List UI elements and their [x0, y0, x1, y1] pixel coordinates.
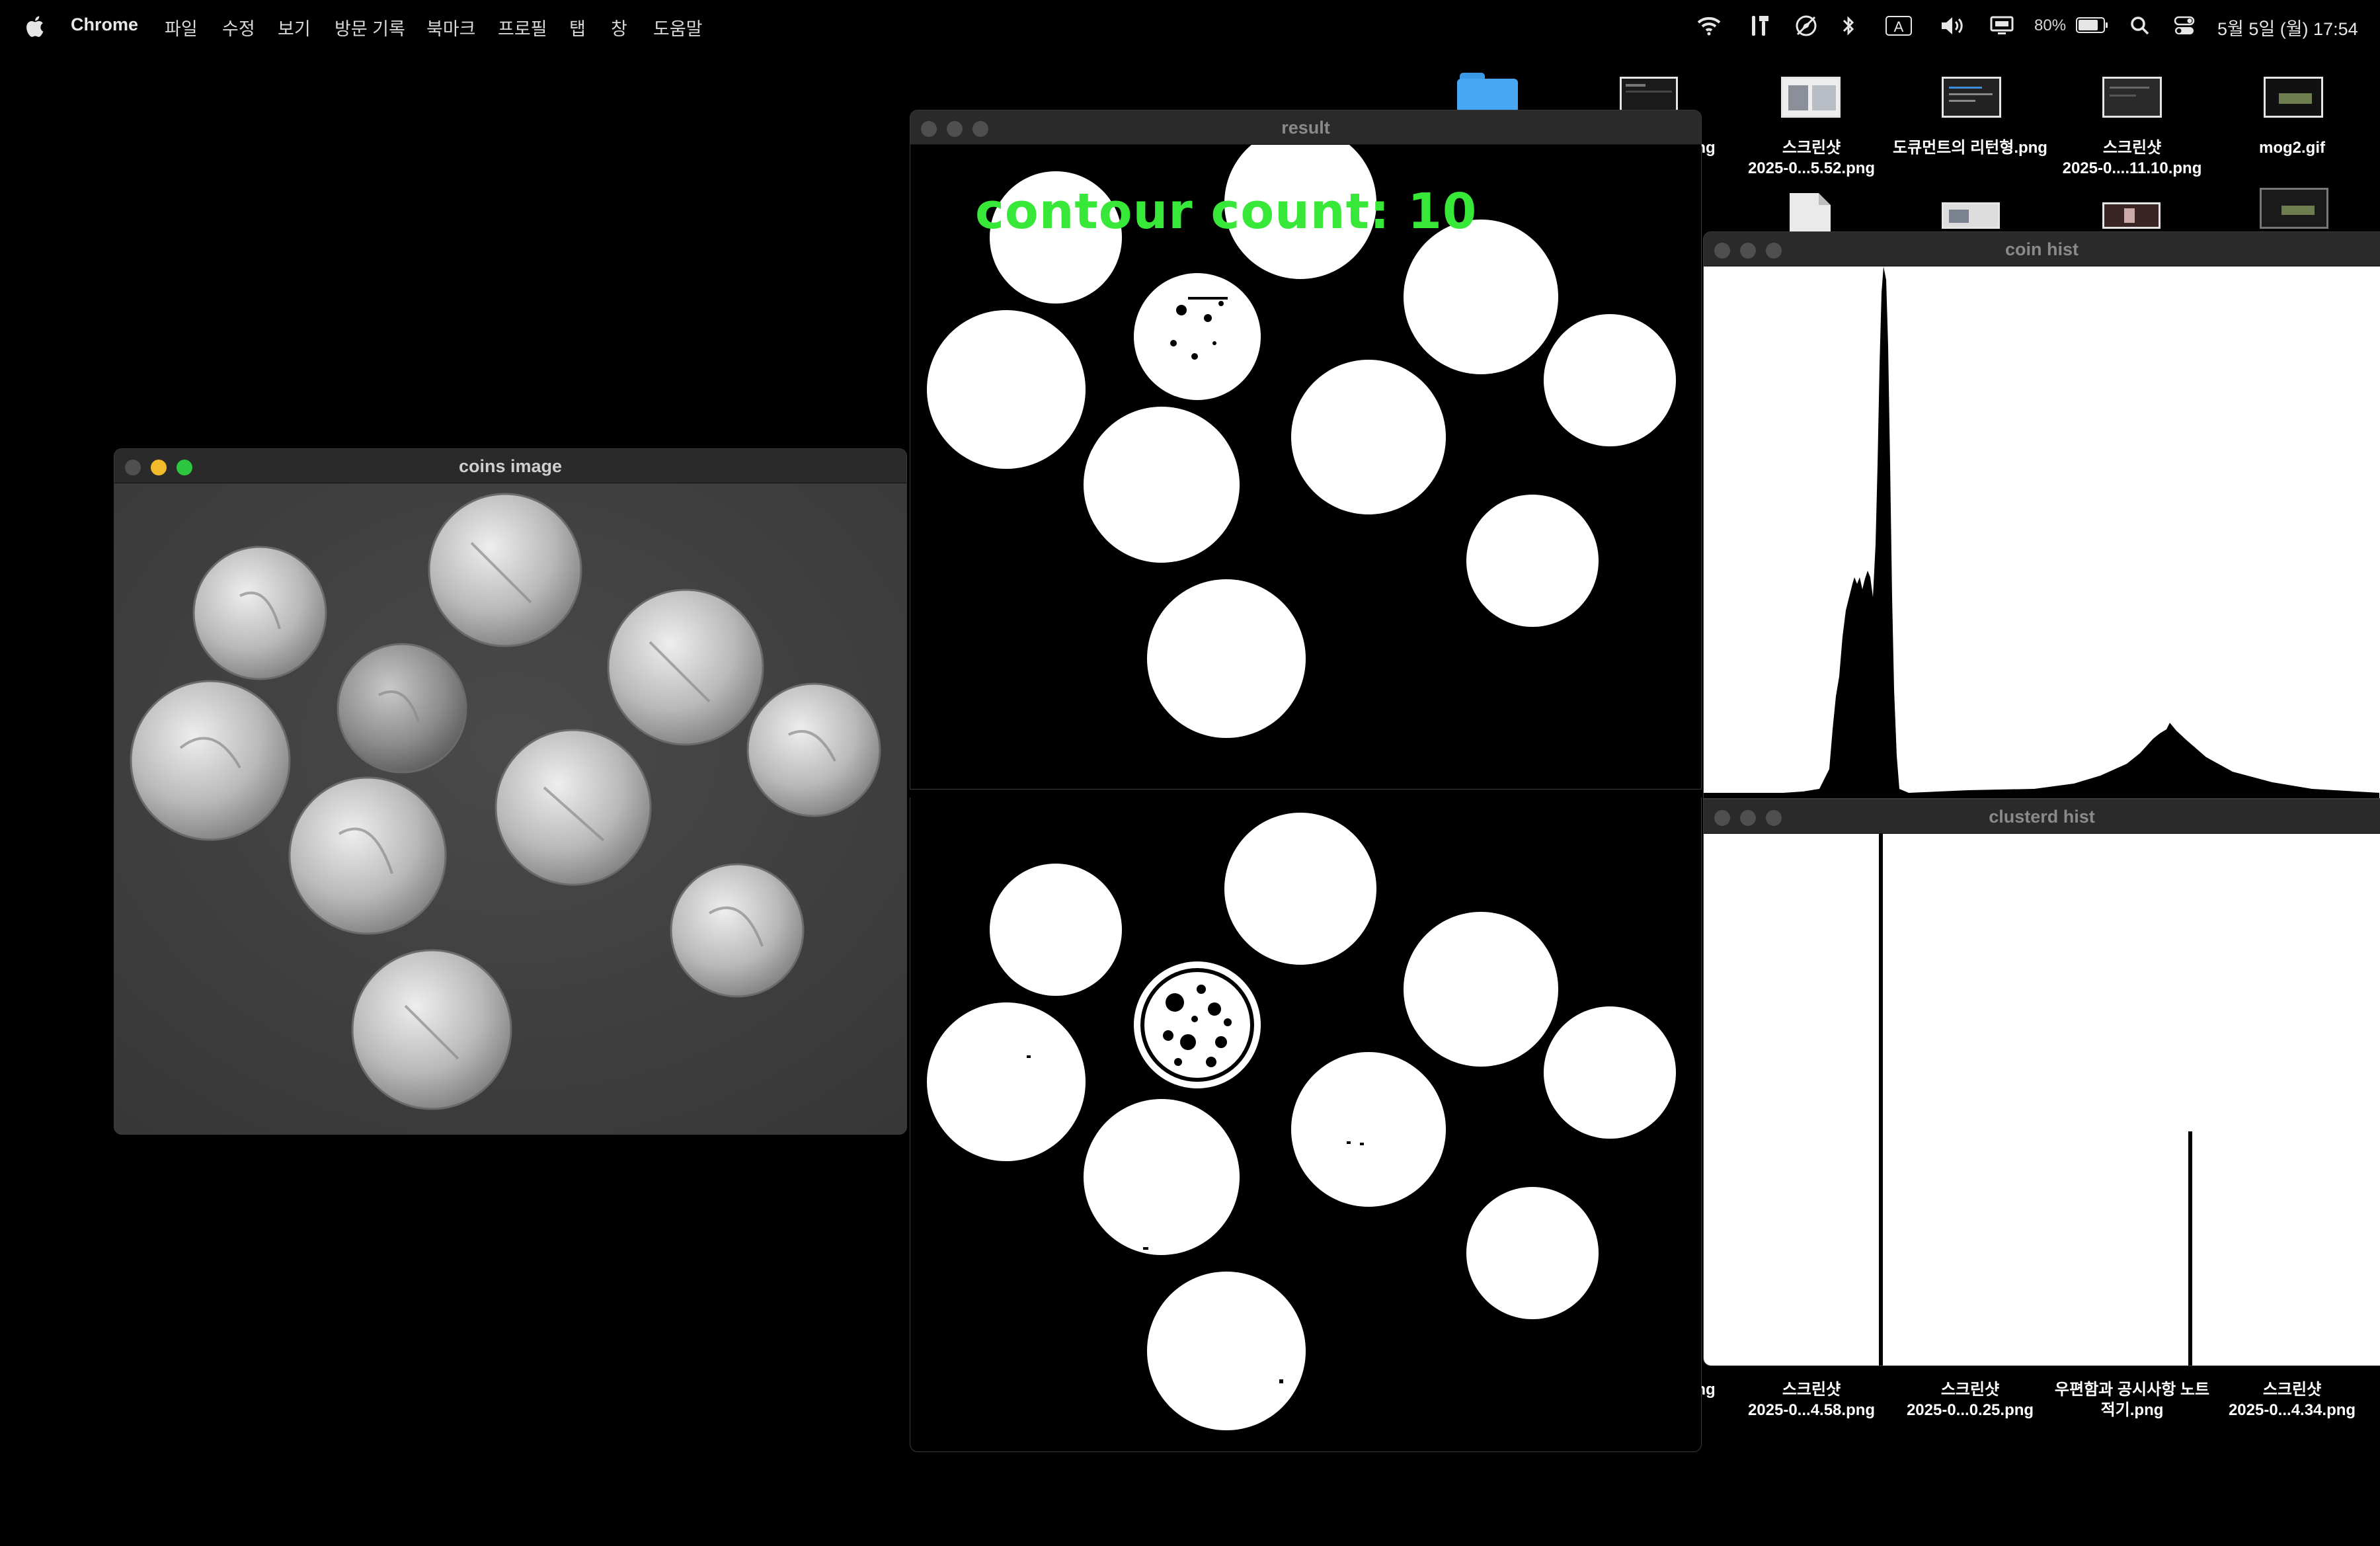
desktop-label-1[interactable]: 스크린샷 2025-0...5.52.png	[1726, 138, 1897, 179]
coins-window-titlebar[interactable]: coins image	[114, 449, 906, 483]
mask-blob-5	[927, 310, 1086, 469]
clustered-hist-titlebar[interactable]: clusterd hist	[1704, 799, 2380, 834]
mask-blob-6	[1544, 314, 1676, 446]
coin-6	[746, 682, 881, 817]
menu-profile[interactable]: 프로필	[498, 15, 547, 40]
desktop-thumb-3[interactable]	[2102, 77, 2162, 118]
coin-7	[495, 729, 652, 886]
volume-icon[interactable]	[1940, 16, 1965, 36]
menu-bar: Chrome 파일 수정 보기 방문 기록 북마크 프로필 탭 창 도움말 A …	[0, 0, 2380, 54]
coin-hist-window: coin hist	[1703, 231, 2380, 799]
desktop-thumb-1[interactable]	[1781, 77, 1841, 118]
coin-hist-plot	[1704, 266, 2380, 798]
coin-1	[192, 546, 327, 680]
window-title: clusterd hist	[1989, 807, 2095, 827]
coin-9	[670, 863, 805, 998]
histogram-svg	[1704, 266, 2379, 798]
apple-icon[interactable]	[26, 16, 44, 37]
desktop-folder-icon[interactable]	[1457, 73, 1518, 112]
input-source-indicator[interactable]: A	[1885, 16, 1912, 36]
tools-icon[interactable]	[1749, 15, 1770, 37]
wifi-icon[interactable]	[1697, 16, 1721, 36]
coins-image-window: coins image	[114, 448, 907, 1135]
battery-percent: 80%	[2034, 17, 2067, 34]
battery-icon[interactable]	[2076, 17, 2108, 33]
desktop-label-2[interactable]: 도큐먼트의 리턴형.png	[1889, 138, 2051, 158]
control-center-icon[interactable]	[2174, 16, 2195, 36]
result-window: result contour count: 10	[910, 110, 1702, 790]
coin-hist-titlebar[interactable]: coin hist	[1704, 232, 2380, 266]
window-title: coins image	[458, 456, 563, 476]
mask-blob-4	[1404, 220, 1558, 374]
result-mask-svg	[927, 127, 1676, 738]
coin-2	[428, 493, 582, 647]
window-title: coin hist	[2004, 239, 2079, 259]
result-image: contour count: 10	[910, 127, 1701, 789]
menu-bookmarks[interactable]: 북마크	[426, 15, 476, 40]
desktop-thumb-7[interactable]	[2260, 188, 2328, 229]
menu-app-name[interactable]: Chrome	[71, 15, 138, 35]
menu-window[interactable]: 창	[611, 15, 627, 40]
coin-3	[337, 643, 467, 774]
coin-4	[607, 589, 764, 746]
desktop-thumb-4[interactable]	[2264, 77, 2323, 118]
clustered-hist-window: clusterd hist	[1703, 799, 2380, 1366]
cluster-mask-window	[910, 797, 1702, 1452]
clustered-hist-plot	[1704, 834, 2380, 1365]
mask-blob-7	[1291, 360, 1446, 514]
desktop-thumb-2[interactable]	[1942, 77, 2001, 118]
clustered-histogram-svg	[1879, 834, 2192, 1365]
menu-history[interactable]: 방문 기록	[335, 15, 405, 40]
search-icon[interactable]	[2130, 16, 2150, 36]
histogram-area	[1704, 266, 2379, 798]
desktop-bottom-label-2[interactable]: 스크린샷 2025-0...0.25.png	[1889, 1379, 2051, 1420]
coin-5	[130, 680, 291, 841]
desktop-bottom-label-3[interactable]: 우편함과 공시사항 노트 적기.png	[2047, 1379, 2217, 1420]
coin-10	[351, 949, 512, 1110]
mask-blob-10	[1147, 579, 1306, 738]
mask-blob-8	[1084, 407, 1240, 563]
safari-compass-icon[interactable]	[1795, 15, 1817, 37]
menu-view[interactable]: 보기	[278, 15, 311, 40]
coin-8	[288, 776, 447, 935]
desktop-bottom-label-4[interactable]: 스크린샷 2025-0...4.34.png	[2211, 1379, 2373, 1420]
contour-count-overlay: contour count: 10	[975, 183, 1478, 240]
menu-edit[interactable]: 수정	[222, 15, 255, 40]
display-icon[interactable]	[1990, 16, 2014, 36]
desktop-thumb-5[interactable]	[1942, 202, 2000, 229]
menu-file[interactable]: 파일	[165, 15, 198, 40]
cluster-mask-svg	[927, 813, 1676, 1430]
mask-blob-3	[1134, 273, 1261, 400]
desktop-thumb-6[interactable]	[2102, 202, 2161, 229]
coins-photo-svg	[114, 483, 906, 1134]
result-window-titlebar[interactable]: result	[910, 110, 1701, 145]
menu-help[interactable]: 도움말	[653, 15, 703, 40]
menu-tab[interactable]: 탭	[569, 15, 586, 40]
desktop-bottom-label-1[interactable]: 스크린샷 2025-0...4.58.png	[1726, 1379, 1897, 1420]
desktop-file-icon[interactable]	[1790, 193, 1831, 233]
clock-datetime[interactable]: 5월 5일 (월) 17:54	[2217, 15, 2358, 40]
desktop-label-4[interactable]: mog2.gif	[2223, 138, 2361, 158]
coins-photo	[114, 483, 906, 1134]
desktop-label-3[interactable]: 스크린샷 2025-0....11.10.png	[2047, 138, 2217, 179]
bluetooth-icon[interactable]	[1841, 15, 1856, 37]
window-title: result	[1281, 118, 1330, 138]
mask-blob-9	[1466, 495, 1599, 627]
